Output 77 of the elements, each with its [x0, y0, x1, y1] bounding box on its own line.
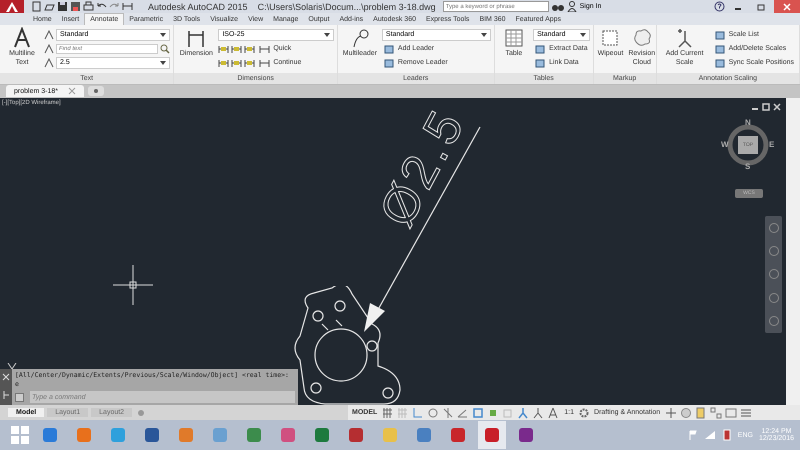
screen-icon[interactable] — [725, 406, 738, 419]
gear-icon[interactable] — [579, 408, 590, 418]
save-icon[interactable] — [57, 1, 68, 12]
close-icon[interactable] — [773, 102, 781, 111]
compass-direction[interactable]: E — [769, 140, 774, 149]
dimension-tool-icon[interactable] — [244, 58, 256, 68]
document-icon[interactable] — [695, 406, 708, 419]
print-icon[interactable] — [83, 1, 94, 12]
restore-icon[interactable] — [756, 2, 766, 12]
app-icon — [41, 426, 59, 444]
window-title: Autodesk AutoCAD 2015 — [148, 2, 248, 12]
app-menu-button[interactable] — [0, 0, 24, 13]
app-icon — [313, 426, 331, 444]
polar-icon[interactable] — [427, 406, 440, 419]
dimension-icon — [259, 44, 270, 54]
tool-icon — [535, 58, 546, 68]
dimension-icon — [259, 58, 270, 68]
app-icon — [279, 426, 297, 444]
app-icon — [177, 426, 195, 444]
caret-icon — [160, 60, 166, 64]
plus-icon[interactable] — [665, 406, 678, 419]
caret-icon — [324, 32, 330, 36]
wrench-icon[interactable] — [2, 390, 10, 400]
app-icon — [517, 426, 535, 444]
dimension-text: Ø2.5 — [367, 98, 477, 236]
close-button[interactable] — [774, 0, 800, 13]
circle-icon[interactable] — [680, 406, 692, 419]
hierarchy-icon[interactable] — [710, 406, 722, 419]
dimension-tool-icon[interactable] — [218, 58, 230, 68]
search-icon[interactable] — [160, 44, 170, 54]
ortho-icon[interactable] — [412, 406, 424, 419]
compass-direction[interactable]: W — [721, 140, 729, 149]
tool-icon — [714, 58, 726, 68]
new-tab-icon[interactable] — [88, 86, 104, 96]
close-icon — [782, 2, 792, 12]
caret-icon — [160, 32, 166, 36]
square-icon[interactable] — [472, 406, 484, 419]
compass-direction[interactable]: N — [745, 118, 751, 127]
user-icon — [566, 1, 577, 12]
caret-icon — [480, 32, 487, 36]
dimension-tool-icon[interactable] — [244, 44, 256, 54]
crosshair-cursor — [113, 264, 153, 305]
app-icon — [143, 426, 161, 444]
dimension-icon[interactable] — [122, 1, 133, 12]
app-icon — [211, 426, 229, 444]
dimension-tool-icon[interactable] — [218, 44, 230, 54]
app-icon — [483, 426, 501, 444]
new-file-icon[interactable] — [31, 1, 42, 12]
grid-icon[interactable] — [382, 406, 394, 419]
isometric-icon[interactable] — [442, 406, 454, 419]
dimension-tool-icon[interactable] — [231, 44, 242, 54]
app-icon — [109, 426, 127, 444]
tool-icon — [384, 44, 395, 54]
app-icon — [245, 426, 263, 444]
command-line-handle[interactable] — [0, 368, 12, 405]
help-icon[interactable] — [714, 1, 725, 12]
app-icon — [449, 426, 467, 444]
tool-icon — [384, 58, 395, 68]
compass-direction[interactable]: S — [745, 162, 750, 171]
scrollbar[interactable] — [786, 98, 800, 406]
text-icon — [12, 27, 32, 49]
file-path: C:\Users\Solaris\Docum...\problem 3-18.dwg — [258, 2, 436, 12]
angle-icon[interactable] — [457, 406, 470, 419]
restore-icon[interactable] — [762, 102, 770, 111]
dimension-tool-icon[interactable] — [231, 58, 242, 68]
tool-icon — [714, 30, 726, 40]
app-icon — [381, 426, 399, 444]
menu-icon[interactable] — [740, 406, 752, 419]
app-icon — [75, 426, 93, 444]
save-as-icon[interactable] — [70, 1, 81, 12]
app-icon — [347, 426, 365, 444]
prompt-icon — [15, 392, 27, 402]
tool-icon — [535, 44, 546, 54]
app-icon — [415, 426, 433, 444]
tool-icon — [714, 44, 726, 54]
caret-icon — [580, 32, 586, 36]
start-button[interactable] — [10, 425, 30, 446]
